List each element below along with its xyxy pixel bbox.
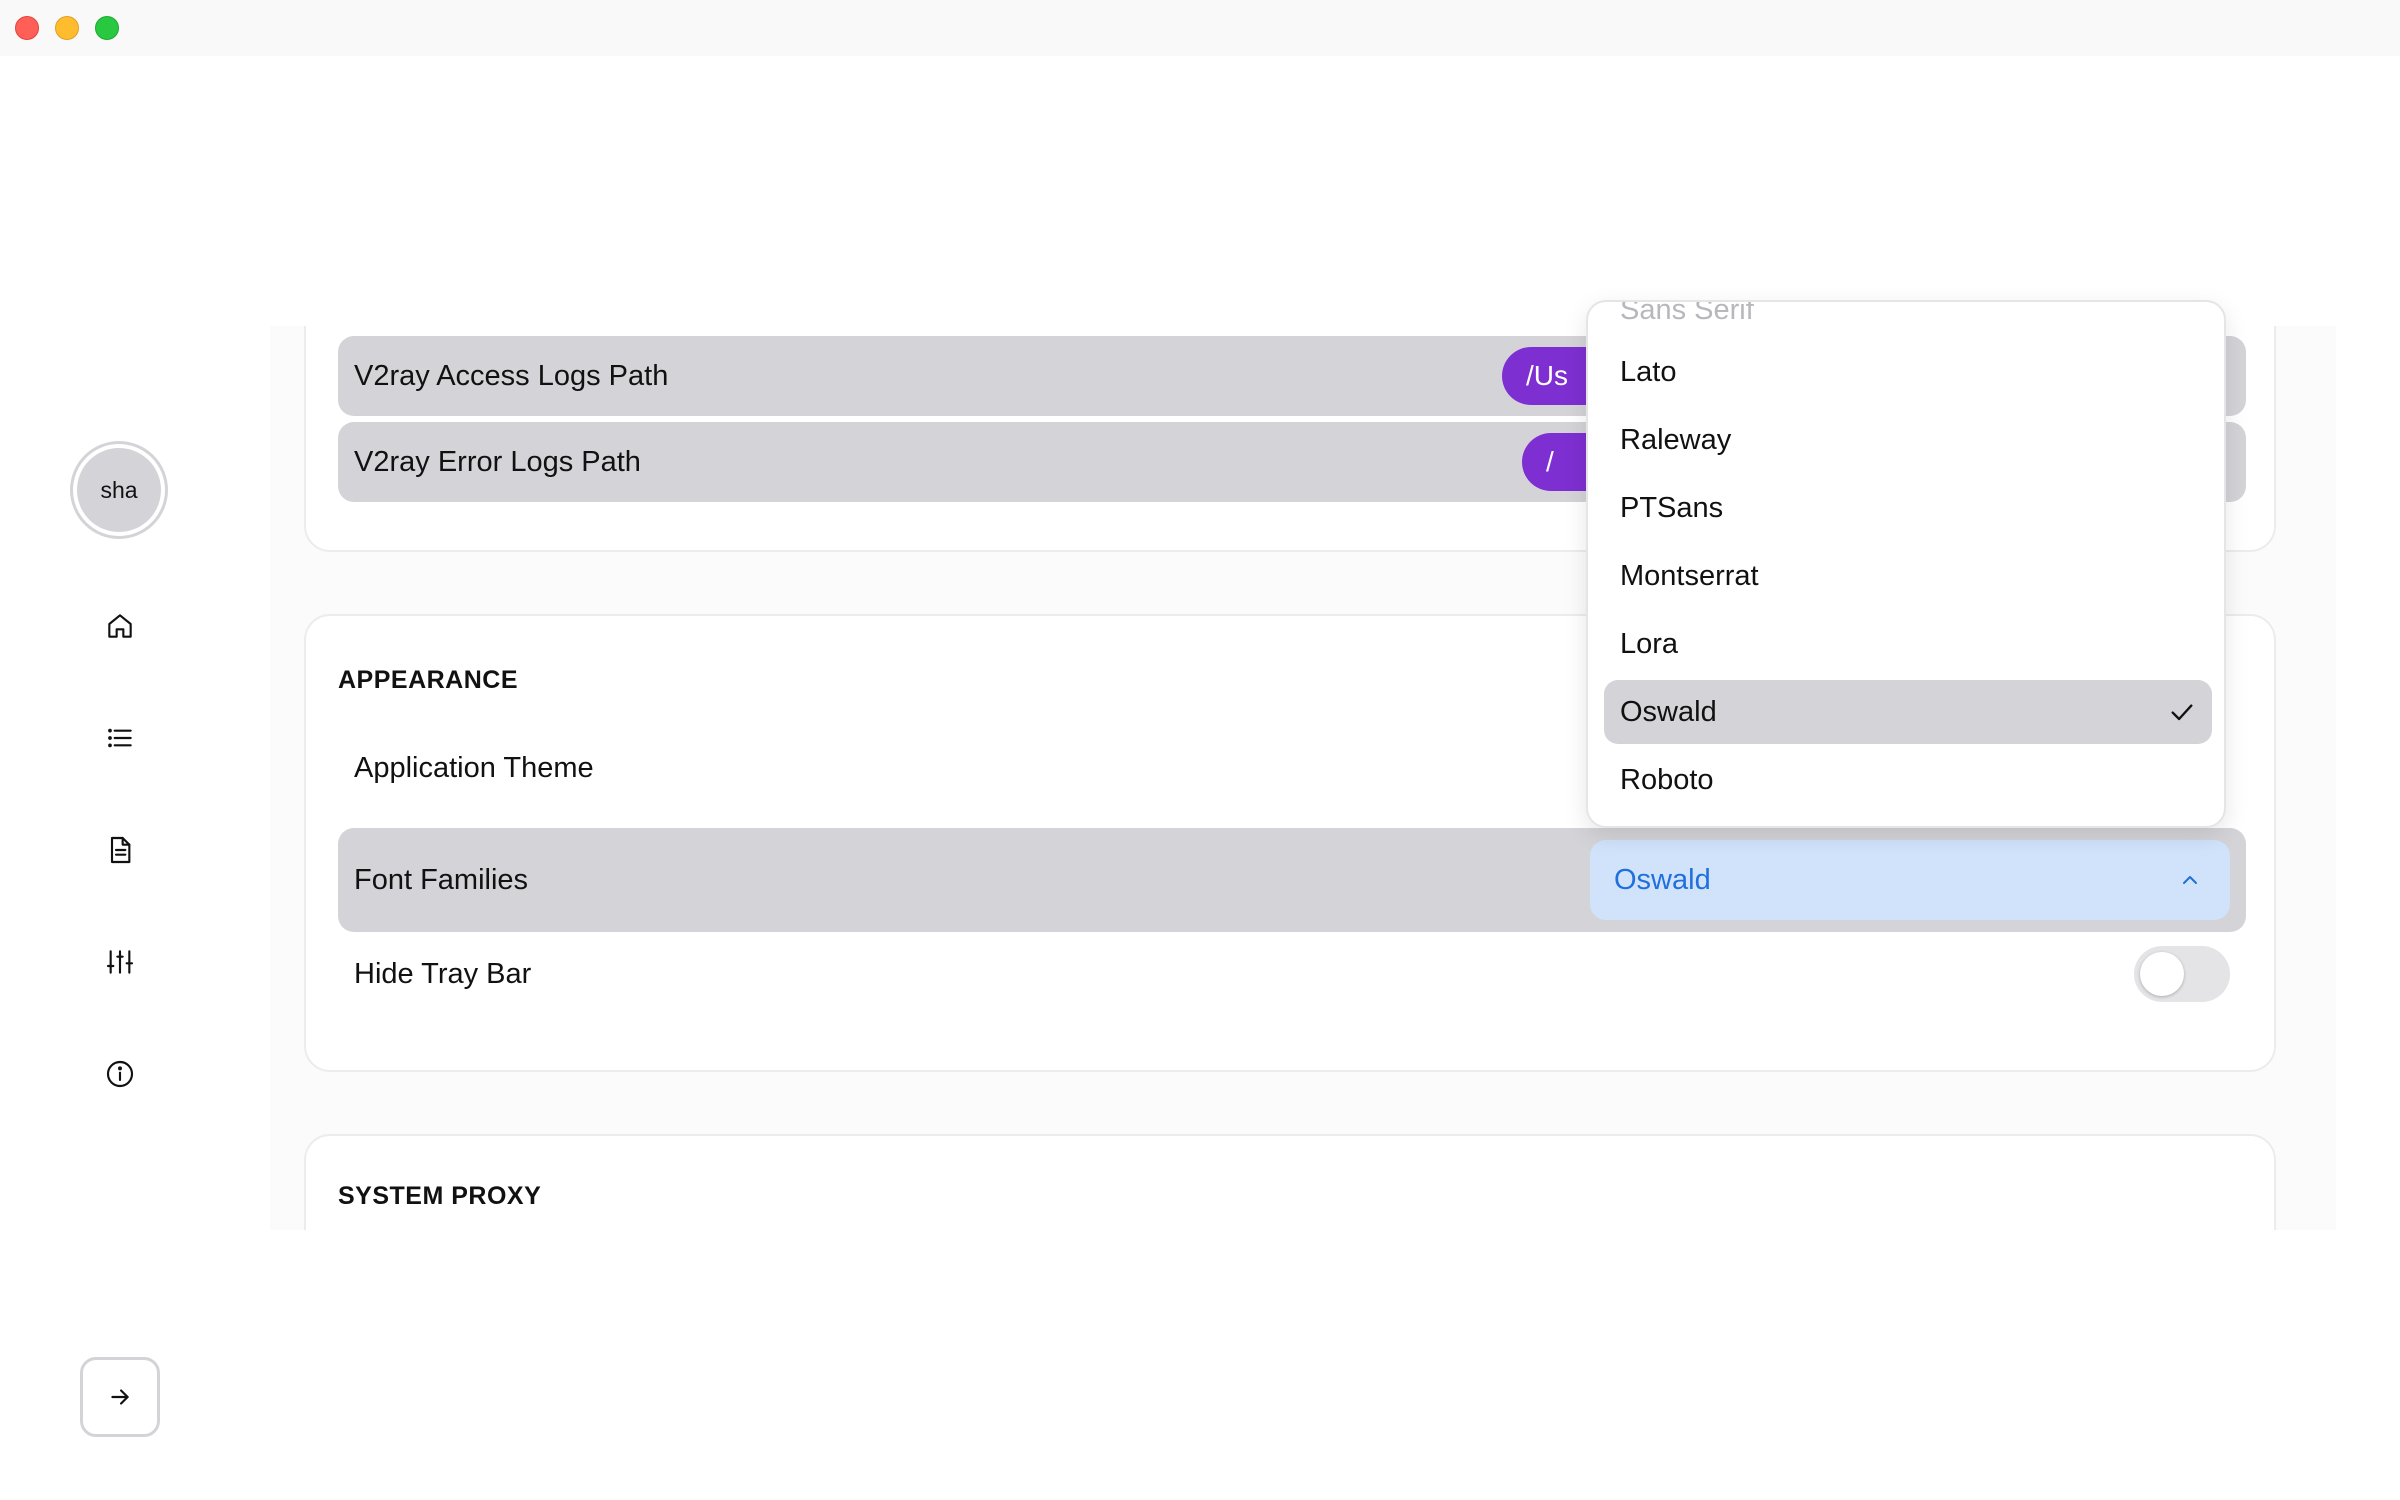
- nav-logs[interactable]: [102, 832, 138, 868]
- font-option-montserrat[interactable]: Montserrat: [1604, 544, 2212, 608]
- font-option-oswald[interactable]: Oswald: [1604, 680, 2212, 744]
- nav-settings[interactable]: [102, 944, 138, 980]
- window-minimize-button[interactable]: [55, 16, 79, 40]
- home-icon: [108, 614, 132, 638]
- error-logs-label: V2ray Error Logs Path: [354, 445, 641, 478]
- font-option-label: Raleway: [1620, 423, 1732, 456]
- checkmark-icon: [2171, 704, 2193, 721]
- font-option-label: Montserrat: [1620, 559, 1759, 592]
- avatar-text: sha: [100, 476, 138, 503]
- font-option-label: Sans Serif: [1620, 300, 1754, 326]
- font-option-label: Roboto: [1620, 763, 1714, 796]
- nav-home[interactable]: [102, 608, 138, 644]
- app-window: sha V2ray Access Logs Path /Us V2ray Err…: [0, 0, 2400, 1500]
- document-icon: [110, 836, 131, 864]
- toggle-knob: [2140, 952, 2184, 996]
- font-dropdown: Sans Serif Lato Raleway PTSans Montserra…: [1586, 300, 2226, 828]
- access-logs-path-value: /Us: [1526, 360, 1568, 391]
- list-icon: [108, 728, 132, 748]
- font-option-roboto[interactable]: Roboto: [1604, 748, 2212, 812]
- font-option-partial[interactable]: Sans Serif: [1604, 300, 2212, 330]
- font-families-row: Font Families Oswald: [338, 828, 2246, 932]
- font-option-lato[interactable]: Lato: [1604, 340, 2212, 404]
- info-icon: [106, 1060, 134, 1088]
- avatar[interactable]: sha: [73, 444, 165, 536]
- system-proxy-title: SYSTEM PROXY: [338, 1182, 542, 1210]
- font-families-select[interactable]: Oswald: [1590, 840, 2230, 920]
- font-option-label: PTSans: [1620, 491, 1724, 524]
- font-families-label: Font Families: [354, 863, 529, 896]
- nav-about[interactable]: [102, 1056, 138, 1092]
- window-maximize-button[interactable]: [95, 16, 119, 40]
- font-option-label: Lora: [1620, 627, 1679, 660]
- font-option-label: Oswald: [1620, 695, 1717, 728]
- chevron-up-icon: [2183, 876, 2197, 884]
- theme-label: Application Theme: [354, 751, 594, 784]
- error-logs-path-value: /: [1546, 446, 1554, 477]
- font-option-ptsans[interactable]: PTSans: [1604, 476, 2212, 540]
- title-bar: [0, 0, 2400, 56]
- window-close-button[interactable]: [15, 16, 39, 40]
- sliders-icon: [106, 950, 134, 974]
- hide-tray-toggle[interactable]: [2134, 946, 2230, 1002]
- font-option-label: Lato: [1620, 355, 1677, 388]
- access-logs-label: V2ray Access Logs Path: [354, 359, 669, 392]
- collapse-sidebar-button[interactable]: [80, 1357, 160, 1437]
- arrow-right-icon: [111, 1389, 129, 1405]
- tray-label: Hide Tray Bar: [354, 957, 532, 990]
- font-option-lora[interactable]: Lora: [1604, 612, 2212, 676]
- system-proxy-card: SYSTEM PROXY: [304, 1134, 2276, 1230]
- tray-row: Hide Tray Bar: [338, 940, 2246, 1008]
- font-families-value: Oswald: [1614, 863, 1711, 896]
- nav-list[interactable]: [102, 720, 138, 756]
- appearance-title: APPEARANCE: [338, 666, 519, 694]
- font-option-raleway[interactable]: Raleway: [1604, 408, 2212, 472]
